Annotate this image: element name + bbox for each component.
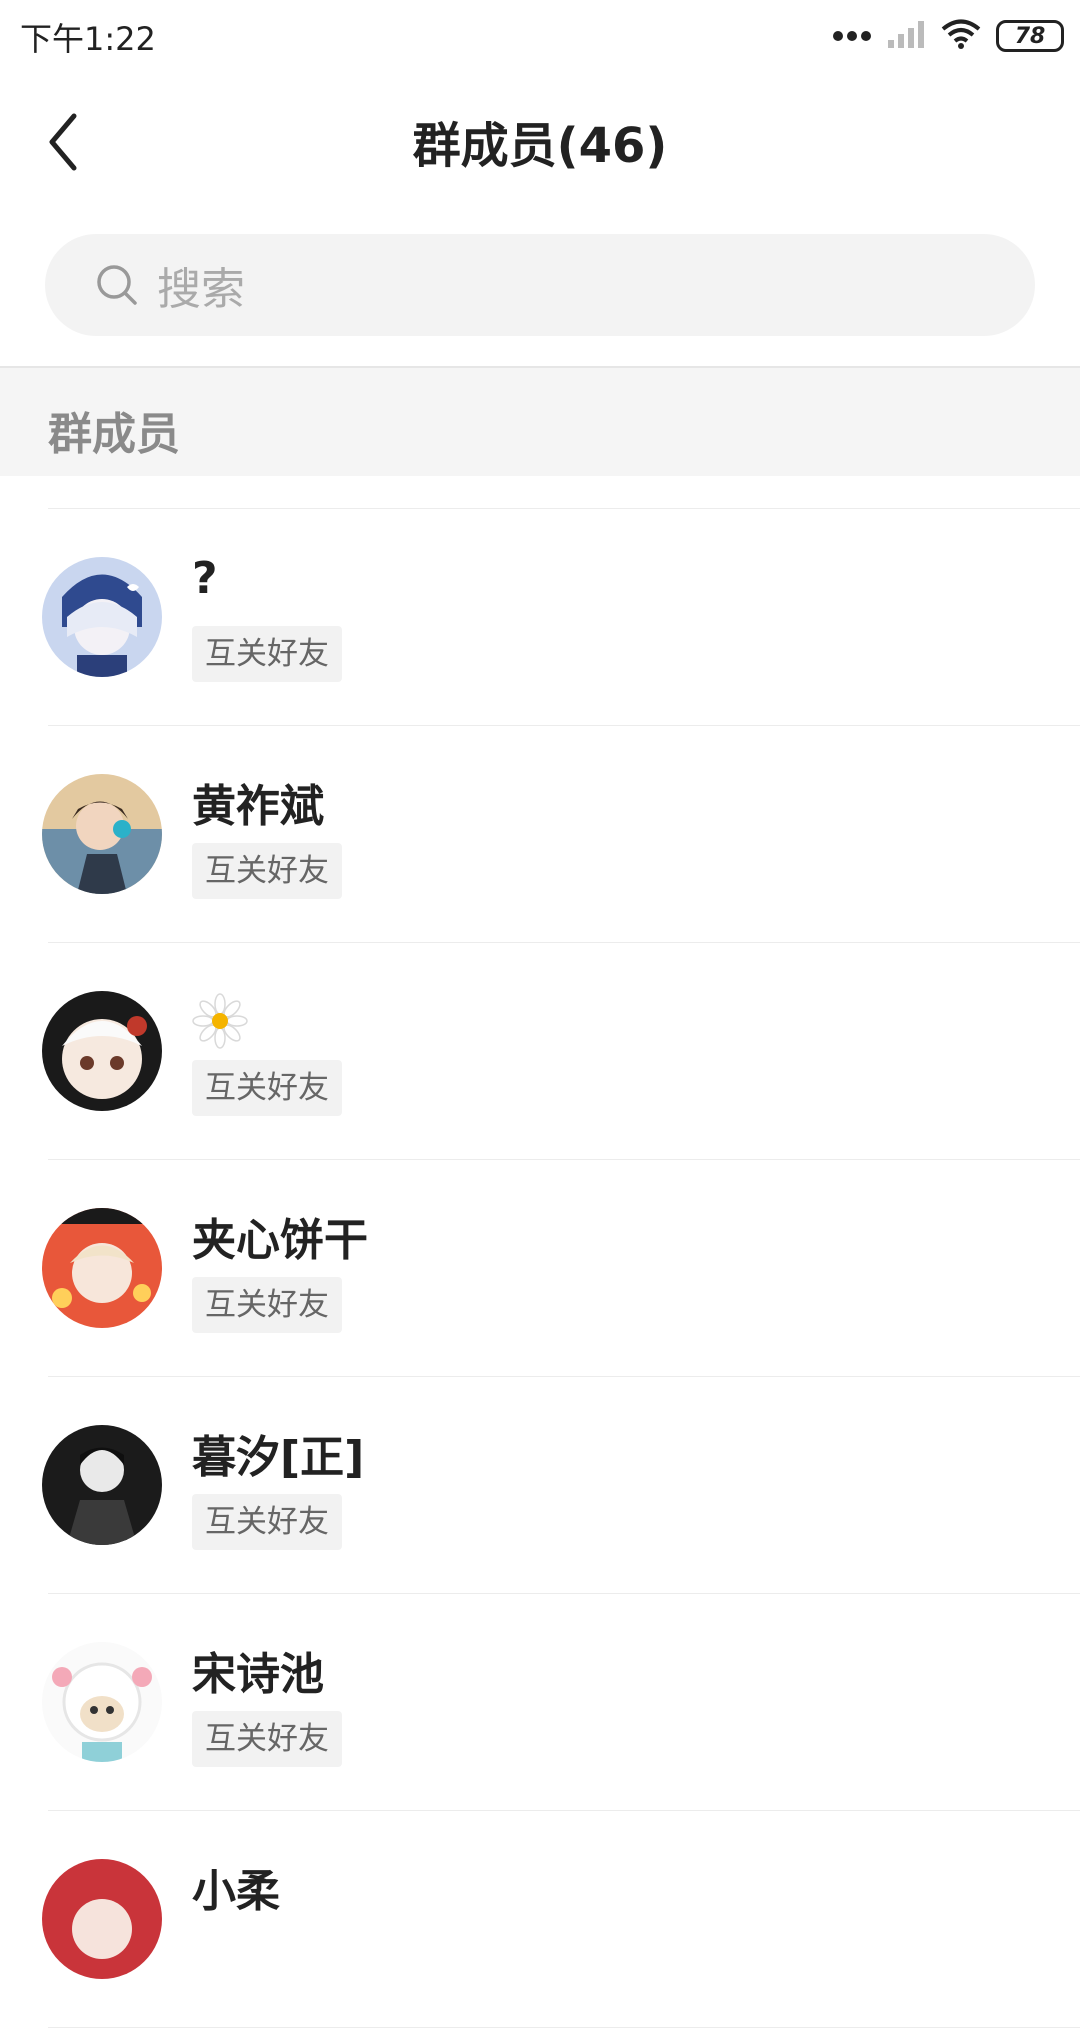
search-icon [97, 265, 137, 305]
mutual-friend-badge: 互关好友 [192, 1494, 342, 1550]
wifi-icon [940, 18, 982, 54]
header: 群成员(46) [0, 72, 1080, 212]
status-bar: 下午1:22 78 [0, 0, 1080, 72]
dark-portrait-avatar[interactable] [42, 1425, 162, 1545]
member-name: 暮汐[正] [192, 1432, 365, 1483]
member-list: ? 互关好友 黄祚斌 互关好友 互关好友 夹心饼干 互关好友 暮汐[正] 互关好… [0, 509, 1080, 2028]
member-row[interactable]: 暮汐[正] 互关好友 [0, 1377, 1080, 1594]
section-title: 群成员 [48, 409, 180, 460]
mutual-friend-badge: 互关好友 [192, 843, 342, 899]
red-avatar[interactable] [42, 1859, 162, 1979]
anime-girl-blue-avatar[interactable] [42, 557, 162, 677]
member-row[interactable]: ? 互关好友 [0, 509, 1080, 726]
cartoon-sheep-avatar[interactable] [42, 1642, 162, 1762]
battery-icon: 78 [996, 20, 1064, 52]
section-header: 群成员 [0, 368, 1080, 476]
status-icons: 78 [832, 14, 1064, 58]
mutual-friend-badge: 互关好友 [192, 1711, 342, 1767]
mutual-friend-badge: 互关好友 [192, 1060, 342, 1116]
more-dots-icon [832, 27, 872, 46]
status-time: 下午1:22 [20, 20, 156, 58]
member-name: 小柔 [192, 1866, 280, 1917]
member-name: 宋诗池 [192, 1649, 324, 1700]
member-row[interactable]: 互关好友 [0, 943, 1080, 1160]
mutual-friend-badge: 互关好友 [192, 1277, 342, 1333]
search-input[interactable]: 搜索 [45, 234, 1035, 336]
anime-boy-headphones-avatar[interactable] [42, 774, 162, 894]
search-placeholder: 搜索 [157, 264, 245, 315]
member-row[interactable]: 黄祚斌 互关好友 [0, 726, 1080, 943]
member-name: 夹心饼干 [192, 1215, 368, 1266]
daisy-flower-icon [192, 993, 248, 1049]
signal-icon [886, 18, 926, 54]
panda-hood-avatar[interactable] [42, 991, 162, 1111]
page-title: 群成员(46) [412, 118, 668, 174]
mutual-friend-badge: 互关好友 [192, 626, 342, 682]
member-row[interactable]: 夹心饼干 互关好友 [0, 1160, 1080, 1377]
member-name: ? [192, 553, 218, 604]
anime-girl-red-festive-avatar[interactable] [42, 1208, 162, 1328]
member-row[interactable]: 宋诗池 互关好友 [0, 1594, 1080, 1811]
member-name: 黄祚斌 [192, 781, 324, 832]
